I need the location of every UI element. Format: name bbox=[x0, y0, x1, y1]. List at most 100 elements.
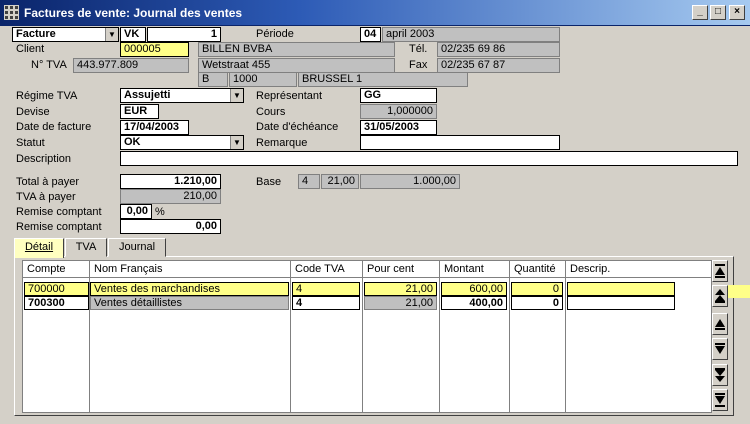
tab-journal[interactable]: Journal bbox=[108, 238, 166, 257]
col-divider bbox=[439, 260, 440, 413]
previous-record-button[interactable] bbox=[712, 313, 728, 335]
date-label: Date de facture bbox=[16, 121, 92, 133]
last-record-button[interactable] bbox=[712, 389, 728, 411]
tva-payer-field: 210,00 bbox=[120, 189, 221, 204]
col-divider bbox=[565, 260, 566, 413]
periode-text-field: april 2003 bbox=[382, 27, 560, 42]
previous-page-icon bbox=[715, 289, 725, 303]
statut-select[interactable]: OK ▼ bbox=[120, 135, 244, 150]
client-street-field: Wetstraat 455 bbox=[198, 58, 395, 73]
tva-payer-label: TVA à payer bbox=[16, 191, 76, 203]
first-record-button[interactable] bbox=[712, 260, 728, 282]
previous-page-button[interactable] bbox=[712, 285, 728, 307]
table-cell-descrip[interactable] bbox=[567, 296, 675, 310]
doc-type-select[interactable]: Facture ▼ bbox=[12, 27, 119, 42]
table-cell-compte[interactable]: 700300 bbox=[24, 296, 89, 310]
remise-amount-label: Remise comptant bbox=[16, 221, 102, 233]
table-cell-descrip[interactable] bbox=[567, 282, 675, 296]
base-label: Base bbox=[256, 176, 282, 188]
col-header-pour-cent[interactable]: Pour cent bbox=[363, 262, 414, 276]
col-divider bbox=[362, 260, 363, 413]
tab-detail[interactable]: Détail bbox=[14, 238, 64, 258]
representant-field[interactable]: GG bbox=[360, 88, 437, 103]
client-label: Client bbox=[16, 43, 45, 55]
table-cell-quantite[interactable]: 0 bbox=[511, 282, 563, 296]
description-label: Description bbox=[16, 153, 72, 165]
first-record-icon bbox=[715, 264, 725, 278]
last-record-icon bbox=[715, 393, 725, 407]
next-record-button[interactable] bbox=[712, 338, 728, 360]
col-header-nom[interactable]: Nom Français bbox=[90, 262, 162, 276]
remise-amount-field[interactable]: 0,00 bbox=[120, 219, 221, 234]
client-postcode-field: 1000 bbox=[229, 72, 297, 87]
echeance-label: Date d'échéance bbox=[256, 121, 339, 133]
base-code-field: 4 bbox=[298, 174, 320, 189]
table-cell-montant[interactable]: 400,00 bbox=[441, 296, 507, 310]
table-cell-nom: Ventes détaillistes bbox=[90, 296, 289, 310]
maximize-button[interactable]: □ bbox=[710, 5, 726, 20]
regime-label: Régime TVA bbox=[16, 90, 78, 102]
client-country-field: B bbox=[198, 72, 228, 87]
doc-type-value: Facture bbox=[16, 28, 56, 40]
window-title: Factures de vente: Journal des ventes bbox=[24, 6, 243, 20]
chevron-down-icon[interactable]: ▼ bbox=[230, 89, 243, 102]
next-page-button[interactable] bbox=[712, 364, 728, 386]
col-header-code-tva[interactable]: Code TVA bbox=[291, 262, 345, 276]
regime-value: Assujetti bbox=[124, 89, 171, 101]
echeance-field[interactable]: 31/05/2003 bbox=[360, 120, 437, 135]
doc-number-field[interactable]: 1 bbox=[147, 27, 221, 42]
table-cell-pour-cent: 21,00 bbox=[364, 296, 437, 310]
table-cell-quantite[interactable]: 0 bbox=[511, 296, 563, 310]
previous-record-icon bbox=[715, 319, 725, 330]
col-header-compte[interactable]: Compte bbox=[23, 262, 66, 276]
remise-pct-label: Remise comptant bbox=[16, 206, 102, 218]
tab-tva[interactable]: TVA bbox=[65, 238, 107, 257]
table-cell-code-tva[interactable]: 4 bbox=[292, 282, 360, 296]
col-header-quantite[interactable]: Quantité bbox=[510, 262, 556, 276]
close-button[interactable]: × bbox=[729, 5, 745, 20]
total-field: 1.210,00 bbox=[120, 174, 221, 189]
tel-field: 02/235 69 86 bbox=[437, 42, 560, 57]
tva-number-label: N° TVA bbox=[31, 59, 67, 71]
app-grid-icon bbox=[4, 5, 19, 20]
header-divider bbox=[22, 277, 712, 278]
regime-select[interactable]: Assujetti ▼ bbox=[120, 88, 244, 103]
devise-label: Devise bbox=[16, 106, 50, 118]
client-city-field: BRUSSEL 1 bbox=[298, 72, 468, 87]
client-code-field[interactable]: 000005 bbox=[120, 42, 189, 57]
base-rate-field: 21,00 bbox=[321, 174, 359, 189]
tel-label: Tél. bbox=[409, 43, 428, 55]
minimize-button[interactable]: _ bbox=[692, 5, 708, 20]
col-divider bbox=[509, 260, 510, 413]
percent-sign: % bbox=[155, 206, 165, 218]
table-cell-nom[interactable]: Ventes des marchandises bbox=[90, 282, 289, 296]
description-field[interactable] bbox=[120, 151, 738, 166]
remarque-field[interactable] bbox=[360, 135, 560, 150]
journal-field[interactable]: VK bbox=[120, 27, 146, 42]
remise-pct-field[interactable]: 0,00 bbox=[120, 204, 152, 219]
fax-label: Fax bbox=[409, 59, 428, 71]
table-cell-code-tva[interactable]: 4 bbox=[292, 296, 360, 310]
chevron-down-icon[interactable]: ▼ bbox=[105, 28, 118, 41]
total-label: Total à payer bbox=[16, 176, 79, 188]
table-cell-pour-cent[interactable]: 21,00 bbox=[364, 282, 437, 296]
periode-label: Période bbox=[256, 28, 294, 40]
date-field[interactable]: 17/04/2003 bbox=[120, 120, 189, 135]
cours-field: 1,000000 bbox=[360, 104, 437, 119]
col-header-montant[interactable]: Montant bbox=[440, 262, 484, 276]
table-cell-compte[interactable]: 700000 bbox=[24, 282, 89, 296]
next-record-icon bbox=[715, 343, 725, 354]
cours-label: Cours bbox=[256, 106, 286, 118]
col-header-descrip[interactable]: Descrip. bbox=[566, 262, 610, 276]
statut-value: OK bbox=[124, 136, 141, 148]
next-page-icon bbox=[715, 368, 725, 382]
tva-number-field: 443.977.809 bbox=[73, 58, 189, 73]
representant-label: Représentant bbox=[256, 90, 323, 102]
client-name-field: BILLEN BVBA bbox=[198, 42, 395, 57]
chevron-down-icon[interactable]: ▼ bbox=[230, 136, 243, 149]
base-amount-field: 1.000,00 bbox=[360, 174, 460, 189]
periode-num-field[interactable]: 04 bbox=[360, 27, 381, 42]
devise-field[interactable]: EUR bbox=[120, 104, 159, 119]
table-cell-montant[interactable]: 600,00 bbox=[441, 282, 507, 296]
remarque-label: Remarque bbox=[256, 137, 308, 149]
